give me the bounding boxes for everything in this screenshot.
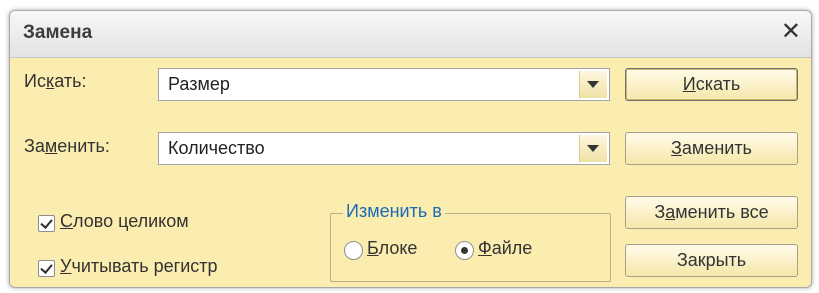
replace-all-button[interactable]: За менить все (625, 196, 798, 229)
close-icon[interactable]: ✕ (781, 20, 801, 44)
replace-dialog: Замена ✕ Искать: Размер Искать Заменить:… (9, 10, 812, 288)
scope-group-title: Изменить в (343, 201, 445, 222)
dialog-title: Замена (23, 22, 93, 43)
search-input[interactable]: Размер (168, 74, 230, 95)
replace-button[interactable]: Заменить (625, 132, 798, 165)
whole-word-checkbox[interactable] (38, 215, 55, 232)
whole-word-label[interactable]: Слово целиком (60, 211, 189, 232)
match-case-label[interactable]: Учитывать регистр (60, 256, 218, 277)
scope-file-label[interactable]: Файле (478, 238, 532, 259)
replace-combobox[interactable]: Количество (158, 132, 610, 165)
scope-block-radio[interactable] (344, 241, 363, 260)
match-case-checkbox[interactable] (38, 260, 55, 277)
search-dropdown-arrow-icon[interactable] (579, 71, 607, 98)
scope-file-radio[interactable] (455, 241, 474, 260)
search-label: Искать: (24, 71, 87, 91)
search-combobox[interactable]: Размер (158, 68, 610, 101)
replace-dropdown-arrow-icon[interactable] (579, 135, 607, 162)
replace-input[interactable]: Количество (168, 138, 265, 159)
replace-label: Заменить: (24, 136, 110, 156)
find-button[interactable]: Искать (625, 68, 798, 101)
title-bar: Замена ✕ (10, 11, 811, 58)
dialog-body: Искать: Размер Искать Заменить: Количест… (10, 58, 811, 287)
scope-block-label[interactable]: Блоке (367, 238, 417, 259)
close-button[interactable]: Закрыть (625, 244, 798, 277)
